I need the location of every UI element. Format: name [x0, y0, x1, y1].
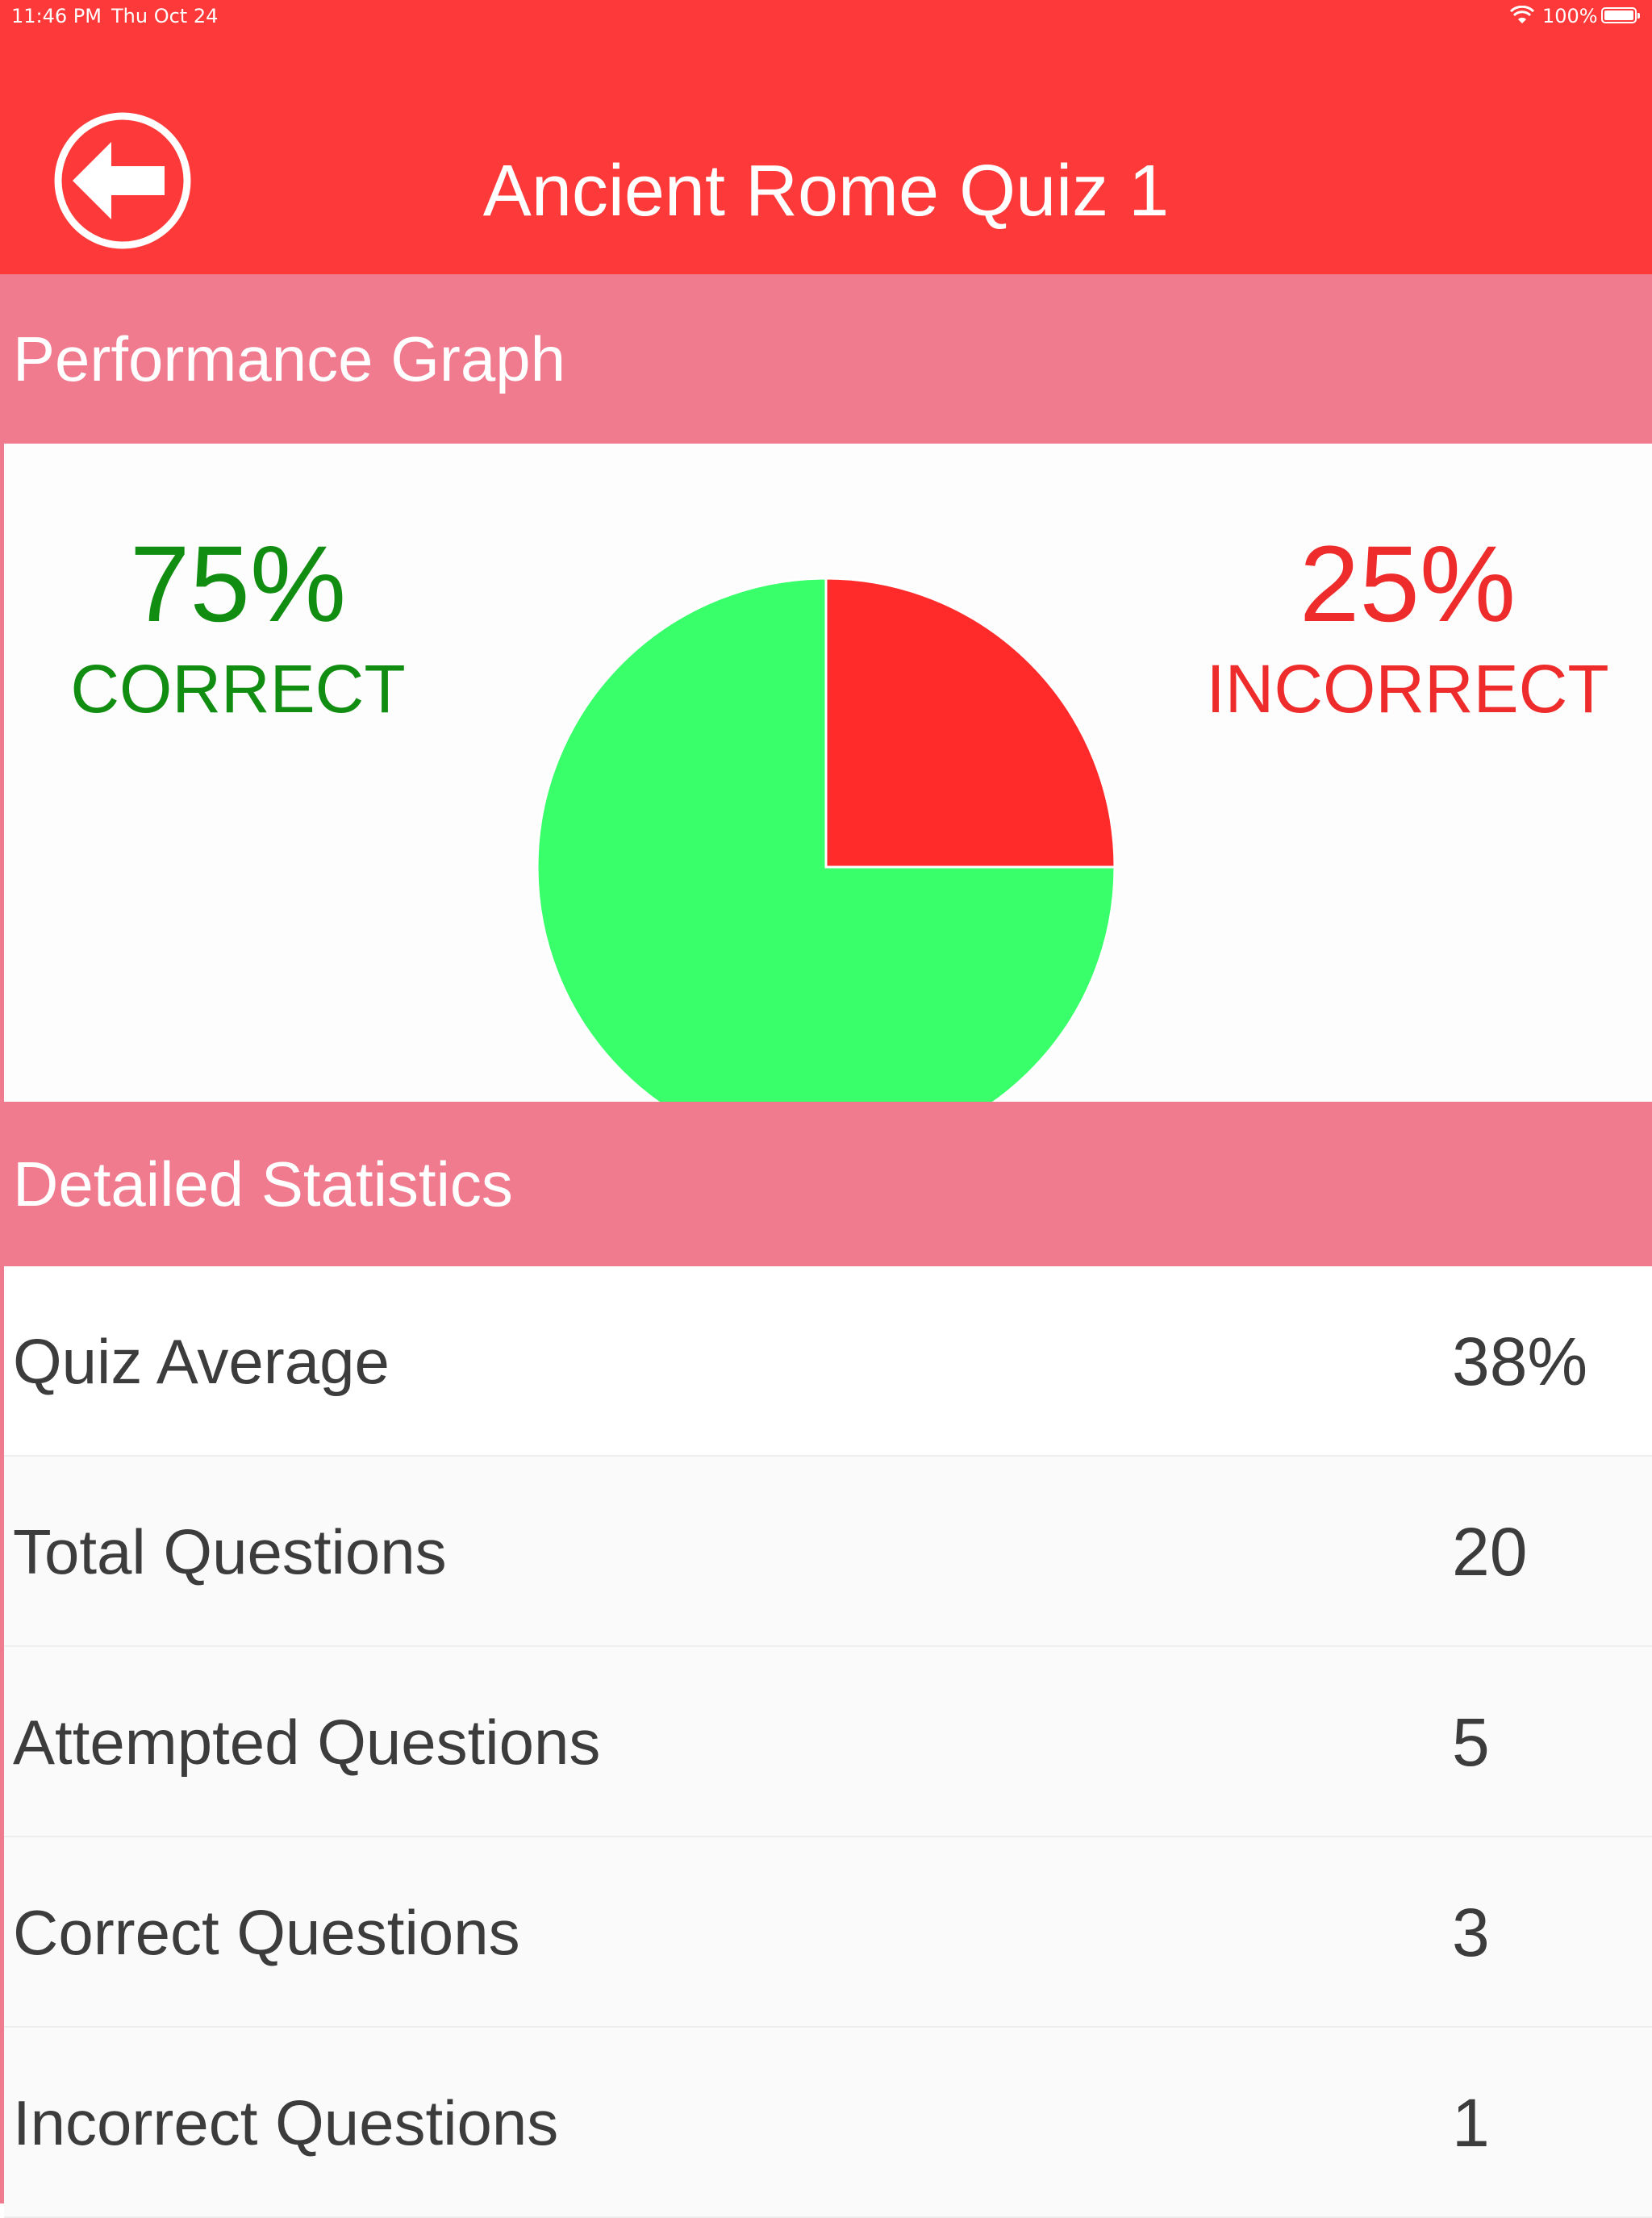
stat-label: Quiz Average: [13, 1326, 390, 1397]
stat-label: Total Questions: [13, 1516, 447, 1587]
stat-row-quiz-average: Quiz Average 38%: [4, 1266, 1652, 1457]
stat-value: 20: [1452, 1514, 1528, 1590]
stat-row-correct-questions: Correct Questions 3: [4, 1837, 1652, 2028]
stat-row-total-questions: Total Questions 20: [4, 1457, 1652, 1647]
performance-pie-chart: [536, 577, 1116, 1157]
content-area: Performance Graph 75% CORRECT 25% INCORR…: [0, 274, 1652, 2218]
correct-summary: 75% CORRECT: [48, 524, 428, 729]
incorrect-summary: 25% INCORRECT: [1190, 524, 1625, 729]
navigation-bar: Ancient Rome Quiz 1: [0, 0, 1652, 274]
statistics-list: Quiz Average 38% Total Questions 20 Atte…: [4, 1266, 1652, 2218]
stat-label: Correct Questions: [13, 1897, 520, 1968]
correct-percent: 75%: [129, 524, 347, 644]
stat-value: 38%: [1452, 1324, 1588, 1399]
stat-value: 1: [1452, 2085, 1490, 2161]
stat-value: 5: [1452, 1704, 1490, 1780]
battery-percent: 100%: [1542, 5, 1598, 27]
stat-value: 3: [1452, 1895, 1490, 1970]
status-date: Thu Oct 24: [111, 5, 219, 27]
stat-row-attempted-questions: Attempted Questions 5: [4, 1647, 1652, 1837]
page-title-text: Ancient Rome Quiz 1: [482, 151, 1170, 231]
pie-slice-incorrect: [824, 577, 1116, 869]
status-bar: 11:46 PM Thu Oct 24 100%: [0, 0, 1652, 32]
performance-graph-header: Performance Graph: [4, 274, 1652, 444]
page-title: Ancient Rome Quiz 1: [0, 147, 1652, 236]
incorrect-label: INCORRECT: [1206, 651, 1609, 727]
battery-icon: [1601, 7, 1640, 23]
stat-label: Incorrect Questions: [13, 2087, 559, 2158]
stat-row-incorrect-questions: Incorrect Questions 1: [4, 2028, 1652, 2218]
stat-label: Attempted Questions: [13, 1707, 601, 1778]
incorrect-percent: 25%: [1299, 524, 1516, 644]
correct-label: CORRECT: [70, 651, 406, 727]
status-time: 11:46 PM: [11, 5, 102, 27]
detailed-statistics-header: Detailed Statistics: [4, 1102, 1652, 1266]
wifi-icon: [1510, 6, 1534, 23]
